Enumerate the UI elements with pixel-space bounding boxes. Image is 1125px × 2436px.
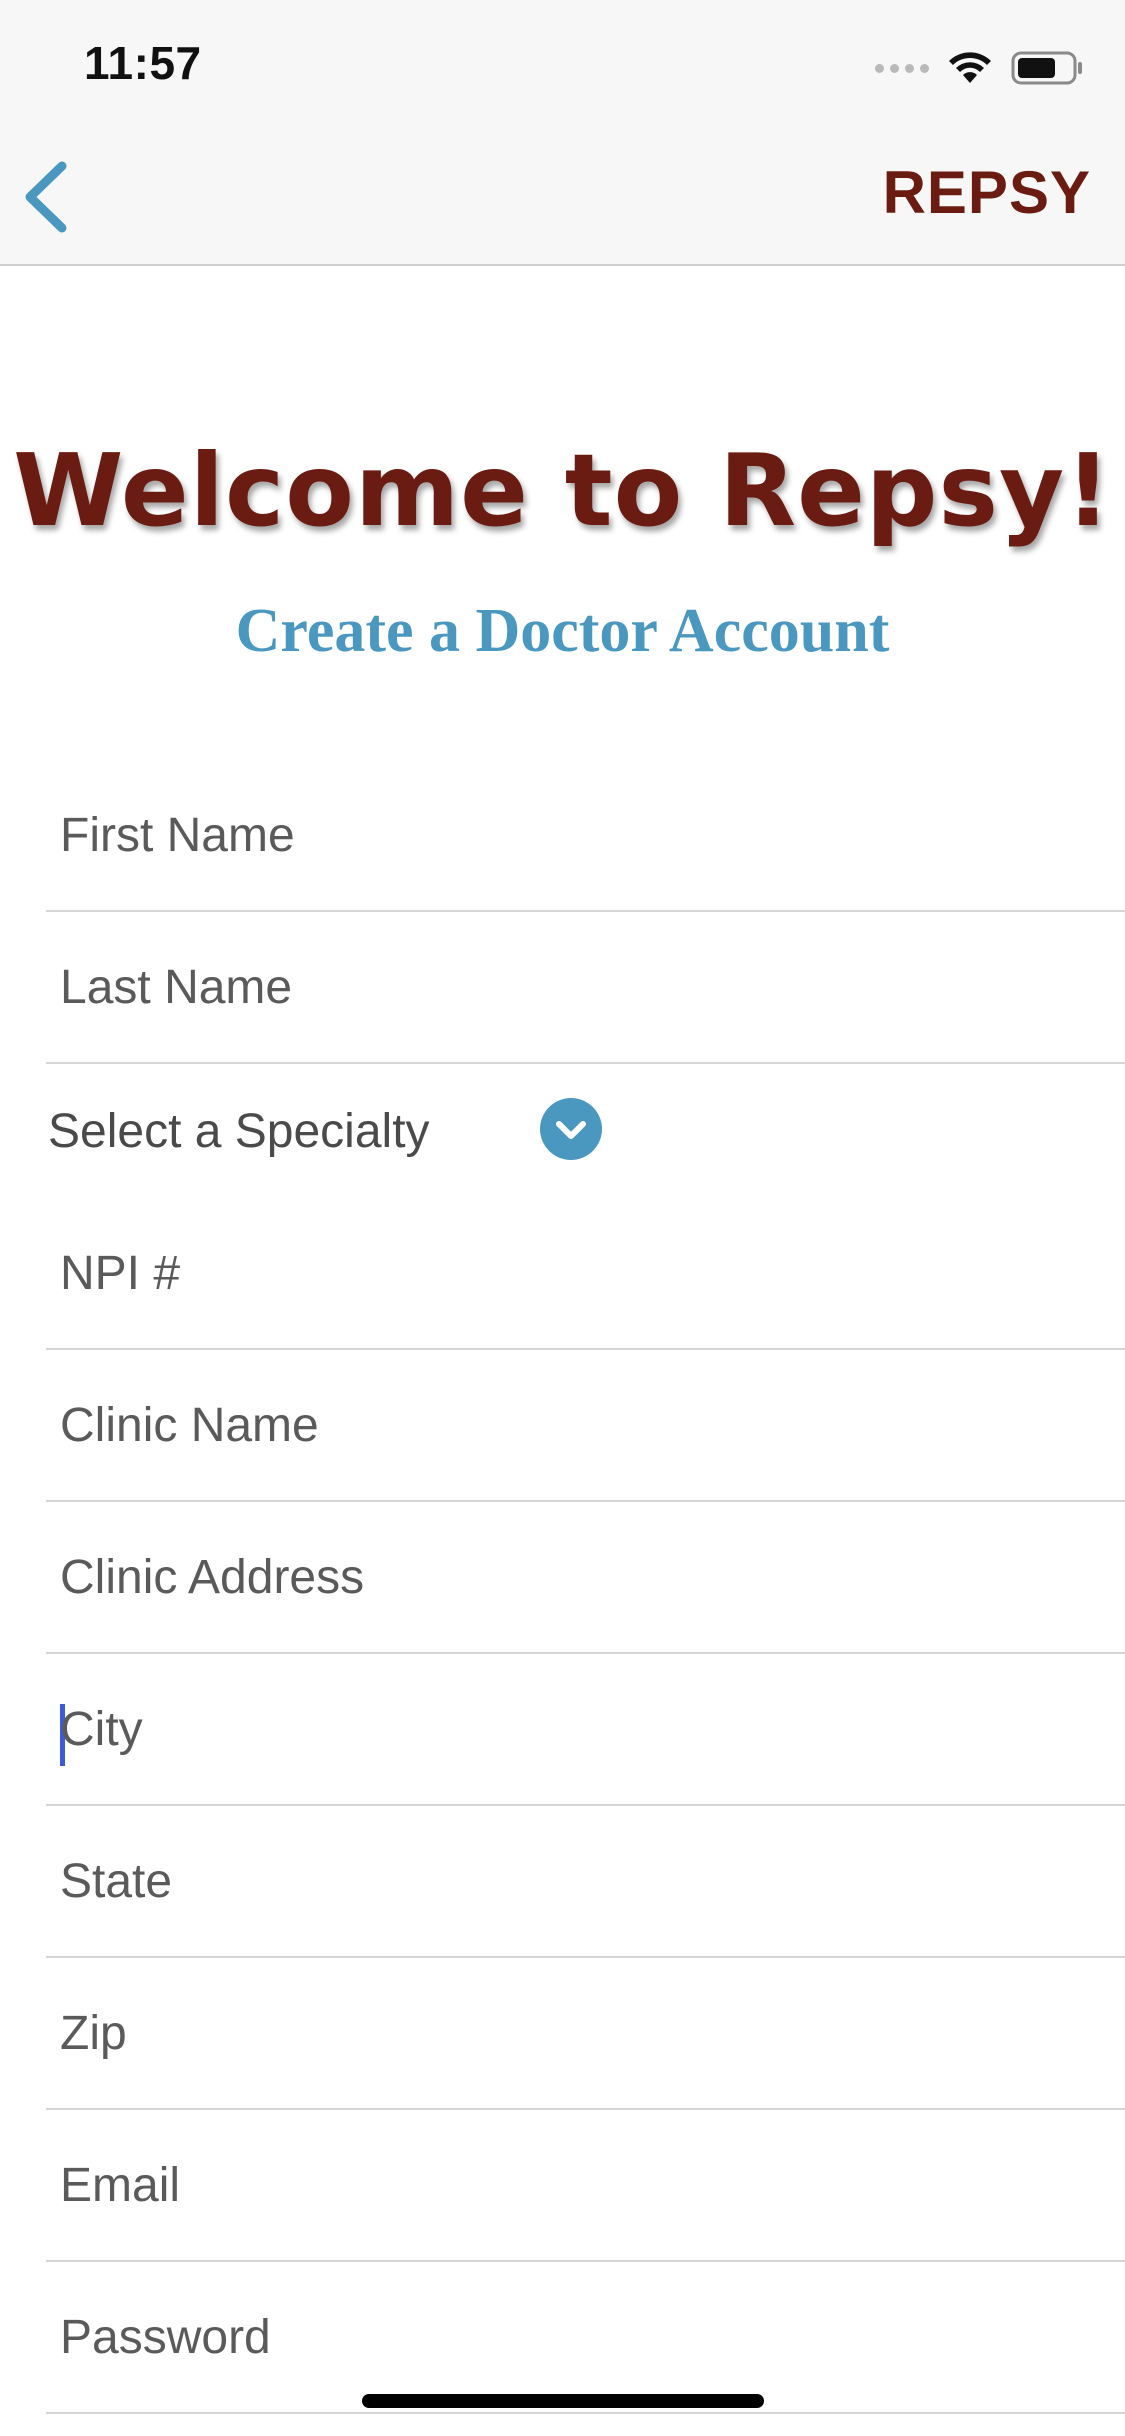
welcome-title: Welcome to Repsy! [13, 432, 1112, 549]
state-field[interactable] [46, 1808, 1125, 1958]
signal-icon [875, 63, 929, 73]
city-field[interactable] [46, 1656, 1125, 1806]
nav-title: REPSY [882, 159, 1091, 226]
first-name-field[interactable] [46, 762, 1125, 912]
specialty-select[interactable]: Select a Specialty [0, 1062, 1125, 1202]
password-input[interactable] [60, 2292, 1100, 2382]
zip-field[interactable] [46, 1960, 1125, 2110]
chevron-down-icon [556, 1121, 586, 1139]
last-name-input[interactable] [60, 942, 1100, 1032]
email-input[interactable] [60, 2140, 1100, 2230]
first-name-input[interactable] [60, 790, 1100, 880]
battery-icon [1011, 51, 1082, 85]
state-input[interactable] [60, 1836, 1100, 1926]
status-time: 11:57 [84, 37, 202, 89]
chevron-left-icon [25, 161, 67, 233]
clinic-name-field[interactable] [46, 1352, 1125, 1502]
wifi-icon [949, 52, 991, 83]
clinic-address-input[interactable] [60, 1532, 1100, 1622]
screen: 11:57 REPSY Welcome to Repsy! Create a D… [0, 0, 1125, 2436]
specialty-dropdown-button[interactable] [540, 1098, 602, 1160]
zip-input[interactable] [60, 1988, 1100, 2078]
specialty-label: Select a Specialty [48, 1105, 430, 1158]
top-bar: 11:57 REPSY [0, 0, 1125, 266]
npi-field[interactable] [46, 1200, 1125, 1350]
clinic-address-field[interactable] [46, 1504, 1125, 1654]
back-button[interactable] [14, 152, 84, 242]
email-field[interactable] [46, 2112, 1125, 2262]
status-icons [875, 48, 1085, 88]
last-name-field[interactable] [46, 914, 1125, 1064]
page-subtitle: Create a Doctor Account [235, 597, 890, 665]
npi-input[interactable] [60, 1228, 1100, 1318]
home-indicator [362, 2394, 764, 2408]
password-field[interactable] [46, 2264, 1125, 2414]
city-input[interactable] [60, 1684, 1100, 1774]
clinic-name-input[interactable] [60, 1380, 1100, 1470]
